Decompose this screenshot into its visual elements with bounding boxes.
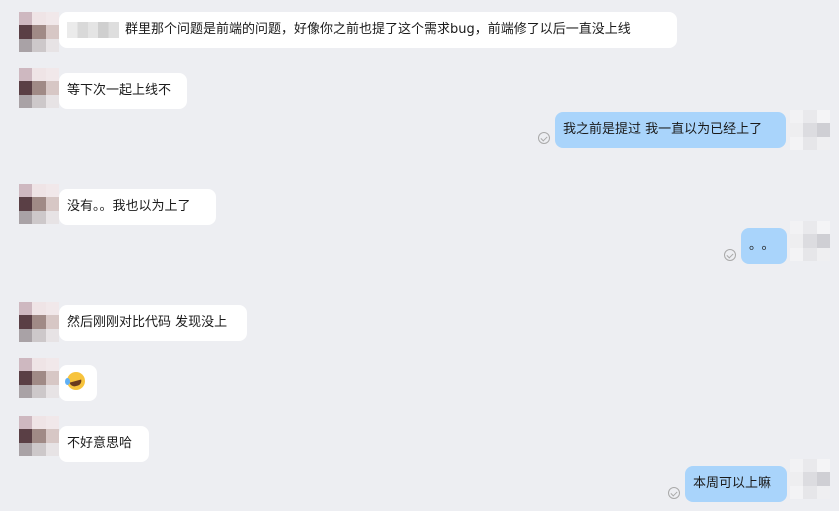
message-text: 我之前是提过 我一直以为已经上了 bbox=[563, 122, 763, 137]
read-receipt-icon bbox=[668, 487, 680, 499]
message-text: 。。 bbox=[749, 238, 781, 253]
my-avatar[interactable] bbox=[790, 459, 830, 499]
message-text: 然后刚刚对比代码 发现没上 bbox=[67, 315, 228, 330]
contact-avatar[interactable] bbox=[19, 358, 59, 398]
outgoing-message-bubble[interactable]: 本周可以上嘛 bbox=[685, 466, 787, 502]
contact-avatar[interactable] bbox=[19, 184, 59, 224]
message-text: 群里那个问题是前端的问题，好像你之前也提了这个需求bug，前端修了以后一直没上线 bbox=[125, 22, 631, 37]
outgoing-message-bubble[interactable]: 我之前是提过 我一直以为已经上了 bbox=[555, 112, 786, 148]
message-text: 等下次一起上线不 bbox=[67, 83, 172, 98]
contact-avatar[interactable] bbox=[19, 416, 59, 456]
incoming-message-bubble[interactable]: 然后刚刚对比代码 发现没上 bbox=[59, 305, 247, 341]
read-receipt-icon bbox=[538, 132, 550, 144]
rolling-on-floor-laughing-emoji bbox=[65, 372, 85, 390]
contact-avatar[interactable] bbox=[19, 302, 59, 342]
incoming-message-bubble[interactable]: 没有。。我也以为上了 bbox=[59, 189, 216, 225]
contact-avatar[interactable] bbox=[19, 12, 59, 52]
incoming-message-bubble[interactable]: 不好意思哈 bbox=[59, 426, 149, 462]
read-receipt-icon bbox=[724, 249, 736, 261]
my-avatar[interactable] bbox=[790, 221, 830, 261]
contact-avatar[interactable] bbox=[19, 68, 59, 108]
incoming-message-bubble[interactable]: 等下次一起上线不 bbox=[59, 73, 187, 109]
message-text: 没有。。我也以为上了 bbox=[67, 199, 191, 214]
message-text: 不好意思哈 bbox=[67, 436, 133, 451]
outgoing-message-bubble[interactable]: 。。 bbox=[741, 228, 787, 264]
sender-name-tag bbox=[67, 21, 119, 38]
my-avatar[interactable] bbox=[790, 110, 830, 150]
incoming-message-bubble[interactable] bbox=[59, 365, 97, 401]
message-text: 本周可以上嘛 bbox=[693, 476, 772, 491]
incoming-message-bubble[interactable]: 群里那个问题是前端的问题，好像你之前也提了这个需求bug，前端修了以后一直没上线 bbox=[59, 12, 677, 48]
